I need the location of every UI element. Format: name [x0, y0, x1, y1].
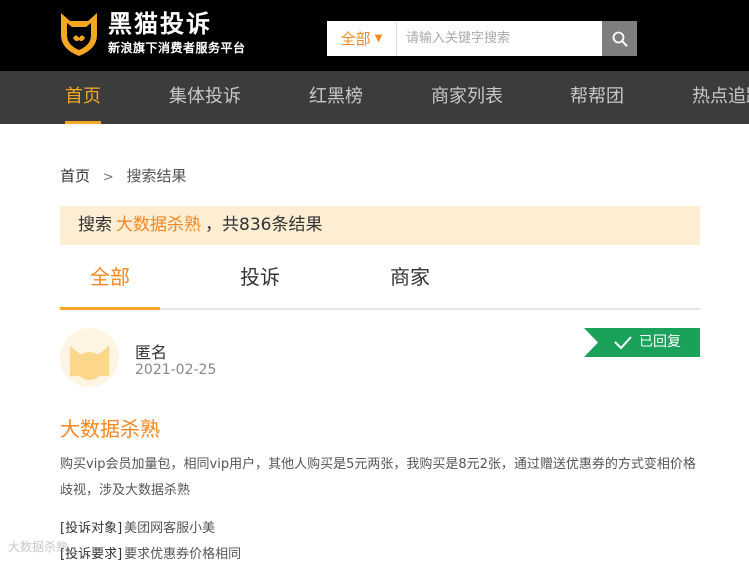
- search-result-summary: 搜索 大数据杀熟 ，共836条结果: [60, 206, 700, 245]
- breadcrumb-separator: >: [102, 170, 114, 185]
- search-button[interactable]: [602, 21, 637, 56]
- breadcrumb: 首页 > 搜索结果: [60, 165, 187, 186]
- complaint-request-value: 要求优惠券价格相同: [124, 547, 242, 562]
- result-count: ，共836条结果: [205, 215, 323, 235]
- status-label: 已回复: [639, 334, 681, 350]
- site-header: 黑猫投诉 新浪旗下消费者服务平台 全部 ▼: [0, 0, 749, 71]
- complaint-description: 购买vip会员加量包，相同vip用户，其他人购买是5元两张，我购买是8元2张，通…: [60, 457, 696, 498]
- search-scope-label: 全部: [340, 30, 371, 48]
- breadcrumb-current: 搜索结果: [126, 167, 187, 185]
- cat-avatar-icon: [70, 346, 109, 380]
- tab-complaints[interactable]: 投诉: [220, 252, 300, 308]
- nav-item-home[interactable]: 首页: [65, 71, 101, 124]
- complaint-user-name: 匿名: [135, 343, 168, 362]
- complaint-target-row: [投诉对象] 美团网客服小美: [60, 517, 215, 536]
- nav-item-rankings[interactable]: 红黑榜: [309, 71, 363, 124]
- status-badge: 已回复: [584, 328, 700, 357]
- caret-down-icon: ▼: [374, 33, 383, 44]
- complaint-title-link[interactable]: 大数据杀熟: [60, 413, 160, 442]
- avatar: [60, 328, 119, 387]
- complaint-date: 2021-02-25: [135, 362, 217, 378]
- search-scope-dropdown[interactable]: 全部 ▼: [327, 21, 397, 56]
- watermark-text: 大数据杀熟: [8, 540, 69, 554]
- result-tabs: 全部 投诉 商家: [60, 252, 700, 310]
- nav-item-group-complaints[interactable]: 集体投诉: [169, 71, 241, 124]
- tab-merchants[interactable]: 商家: [370, 252, 450, 308]
- nav-item-merchant-list[interactable]: 商家列表: [431, 71, 503, 124]
- result-prefix: 搜索: [78, 215, 112, 235]
- complaint-request-row: [投诉要求] 要求优惠券价格相同: [60, 543, 241, 562]
- breadcrumb-home-link[interactable]: 首页: [60, 167, 90, 185]
- nav-item-hot-topics[interactable]: 热点追踪: [692, 71, 749, 124]
- search-icon: [612, 31, 627, 46]
- search-input[interactable]: [397, 21, 602, 56]
- main-nav: 首页 集体投诉 红黑榜 商家列表 帮帮团 热点追踪: [0, 71, 749, 124]
- complaint-target-label: [投诉对象]: [60, 521, 123, 536]
- black-cat-logo-icon[interactable]: [59, 11, 99, 57]
- nav-item-help-group[interactable]: 帮帮团: [570, 71, 624, 124]
- logo-subtitle: 新浪旗下消费者服务平台: [108, 41, 246, 55]
- logo-title[interactable]: 黑猫投诉: [108, 8, 212, 40]
- tab-all[interactable]: 全部: [60, 252, 160, 310]
- result-keyword: 大数据杀熟: [116, 215, 201, 235]
- search-box: 全部 ▼: [327, 21, 637, 56]
- complaint-target-value[interactable]: 美团网客服小美: [124, 521, 215, 536]
- complaint-request-label: [投诉要求]: [60, 547, 123, 562]
- watermark: 大数据杀熟: [8, 538, 68, 555]
